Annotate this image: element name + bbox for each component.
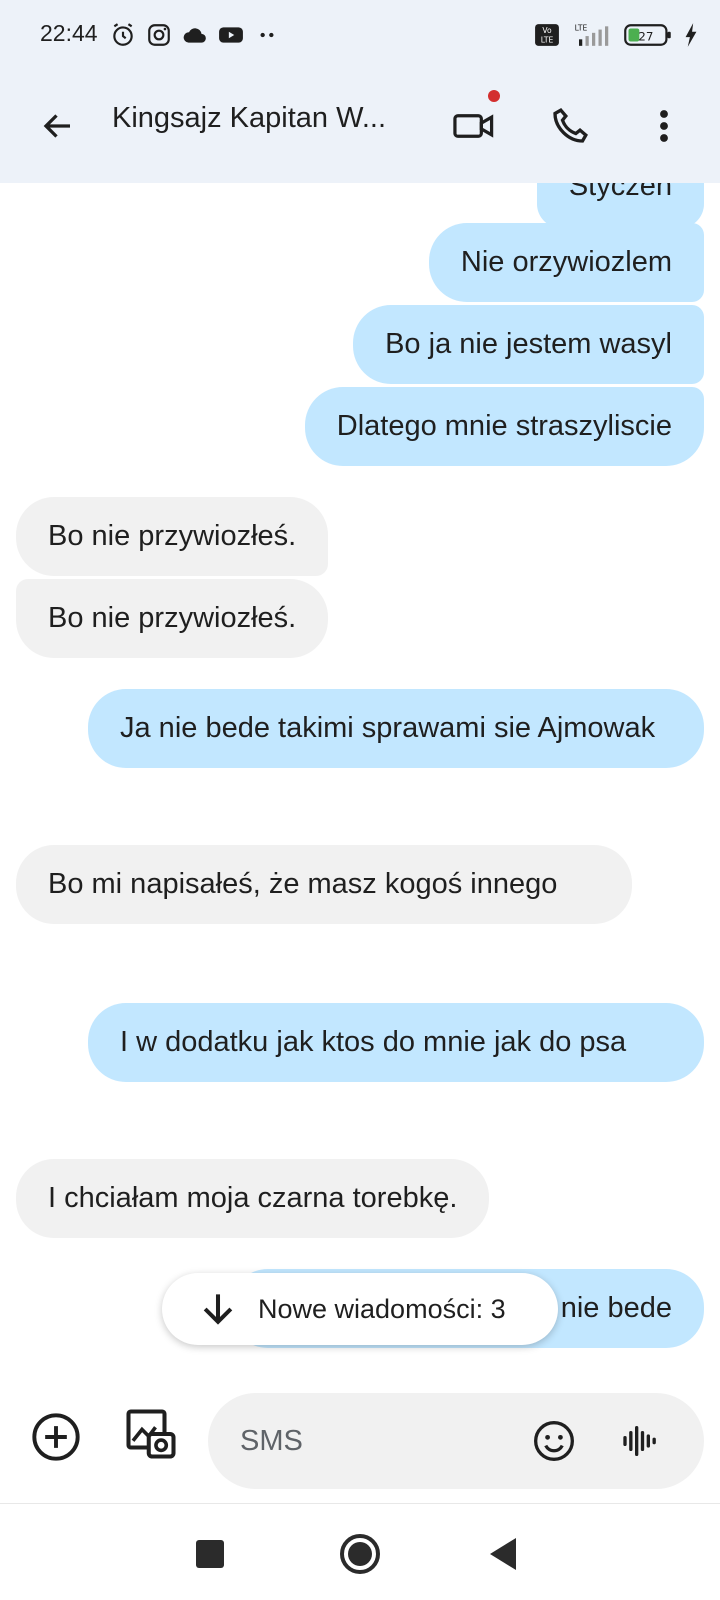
notification-dot xyxy=(488,90,500,102)
audio-wave-icon xyxy=(623,1426,656,1456)
status-bar: 22:44 Vo LTE LTE 27 xyxy=(0,0,720,70)
sms-input[interactable] xyxy=(240,1421,490,1461)
phone-icon xyxy=(553,108,588,143)
conversation-header: Kingsajz Kapitan W... xyxy=(0,70,720,183)
arrow-back-icon xyxy=(43,114,70,138)
gallery-camera-button[interactable] xyxy=(120,1403,182,1465)
message-bubble-outgoing[interactable]: Nie orzywiozlem xyxy=(428,223,704,302)
battery-icon: 27 xyxy=(624,24,671,46)
alarm-icon xyxy=(113,23,133,46)
message-bubble-outgoing[interactable]: Dlatego mnie straszyliscie xyxy=(304,387,704,466)
charging-icon xyxy=(685,23,697,47)
message-input-field[interactable] xyxy=(208,1393,704,1489)
signal-icon: LTE xyxy=(575,24,609,46)
message-bubble-incoming[interactable]: Bo nie przywiozłeś. xyxy=(16,579,329,658)
svg-text:LTE: LTE xyxy=(541,36,554,45)
svg-text:Vo: Vo xyxy=(542,26,552,35)
voice-call-button[interactable] xyxy=(540,96,600,156)
nav-back-button[interactable] xyxy=(490,1538,516,1570)
new-messages-button[interactable]: Nowe wiadomości: 3 xyxy=(162,1273,558,1345)
add-circle-icon xyxy=(32,1413,80,1461)
svg-text:LTE: LTE xyxy=(575,24,588,33)
message-bubble-incoming[interactable]: I chciałam moja czarna torebkę. xyxy=(16,1159,490,1238)
cloud-icon xyxy=(183,28,206,43)
recent-apps-button[interactable] xyxy=(196,1540,224,1568)
more-vert-icon xyxy=(660,110,668,142)
gallery-camera-icon xyxy=(126,1409,176,1459)
emoji-icon xyxy=(534,1421,574,1461)
back-button[interactable] xyxy=(30,98,86,154)
message-bubble-incoming[interactable]: Bo nie przywiozłeś. xyxy=(16,497,329,576)
message-bubble-outgoing[interactable]: Ja nie bede takimi sprawami sie Ajmowak xyxy=(88,689,704,768)
instagram-icon xyxy=(148,24,170,46)
svg-text:27: 27 xyxy=(638,29,653,43)
message-bubble-outgoing[interactable]: Styczeń xyxy=(536,183,704,228)
new-messages-label: Nowe wiadomości: 3 xyxy=(258,1293,506,1324)
more-options-button[interactable] xyxy=(636,96,692,156)
contact-name[interactable]: Kingsajz Kapitan W... xyxy=(112,102,402,135)
status-icons-left xyxy=(110,22,280,48)
add-attachment-button[interactable] xyxy=(26,1407,86,1467)
home-button[interactable] xyxy=(340,1534,380,1574)
message-bubble-incoming[interactable]: Bo mi napisałeś, że masz kogoś innego xyxy=(16,845,632,924)
message-bubble-outgoing[interactable]: I w dodatku jak ktos do mnie jak do psa xyxy=(88,1003,704,1082)
system-navigation-bar xyxy=(0,1503,720,1600)
message-list[interactable]: Styczeń Nie orzywiozlem Bo ja nie jestem… xyxy=(0,183,720,1383)
status-time: 22:44 xyxy=(40,20,98,46)
volte-icon: VoLTE xyxy=(535,24,559,46)
youtube-icon xyxy=(219,27,243,43)
voice-message-button[interactable] xyxy=(612,1413,668,1469)
video-camera-icon xyxy=(453,114,494,138)
message-composer xyxy=(0,1383,720,1503)
message-bubble-outgoing[interactable]: Bo ja nie jestem wasyl xyxy=(353,305,704,384)
more-dots-icon xyxy=(260,32,274,38)
home-icon xyxy=(348,1542,372,1566)
arrow-down-icon xyxy=(203,1294,233,1325)
emoji-button[interactable] xyxy=(526,1413,582,1469)
status-icons-right: Vo LTE LTE 27 xyxy=(534,22,700,48)
video-call-button[interactable] xyxy=(444,96,504,156)
